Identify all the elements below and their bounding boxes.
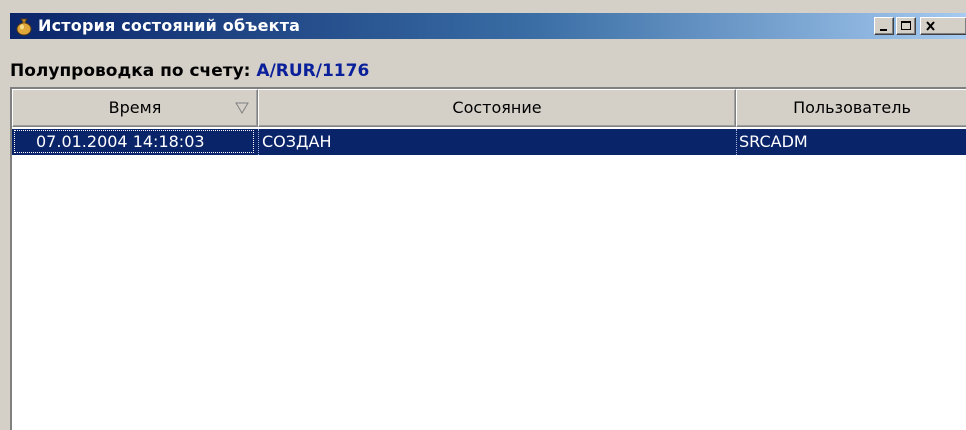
cell-user: SRCADM bbox=[736, 129, 966, 155]
window-title: История состояний объекта bbox=[38, 16, 301, 35]
cell-time: 07.01.2004 14:18:03 bbox=[36, 132, 205, 151]
column-header-state-label: Состояние bbox=[452, 98, 542, 117]
object-caption: Полупроводка по счету: A/RUR/1176 bbox=[10, 61, 369, 81]
maximize-icon bbox=[901, 21, 911, 30]
close-icon bbox=[926, 21, 935, 31]
column-header-state[interactable]: Состояние bbox=[258, 89, 736, 127]
minimize-icon bbox=[880, 29, 887, 31]
money-bag-icon bbox=[16, 18, 32, 36]
column-header-time[interactable]: Время bbox=[12, 89, 258, 127]
column-header-time-label: Время bbox=[108, 98, 162, 117]
column-header-user[interactable]: Пользователь bbox=[736, 89, 966, 127]
window-title-bar[interactable]: История состояний объекта bbox=[10, 13, 966, 39]
grid-header: Время Состояние Пользователь bbox=[12, 89, 966, 127]
account-number: A/RUR/1176 bbox=[256, 61, 370, 81]
table-row[interactable]: 07.01.2004 14:18:03 СОЗДАН SRCADM bbox=[12, 129, 966, 155]
sort-descending-icon bbox=[235, 102, 249, 114]
history-grid[interactable]: Время Состояние Пользователь 07.01.2004 … bbox=[10, 87, 966, 430]
cell-state: СОЗДАН bbox=[258, 129, 740, 155]
caption-label: Полупроводка по счету: bbox=[10, 61, 251, 81]
minimize-button[interactable] bbox=[874, 17, 894, 35]
maximize-button[interactable] bbox=[896, 17, 916, 35]
close-button[interactable] bbox=[920, 17, 966, 35]
column-header-user-label: Пользователь bbox=[793, 98, 911, 117]
